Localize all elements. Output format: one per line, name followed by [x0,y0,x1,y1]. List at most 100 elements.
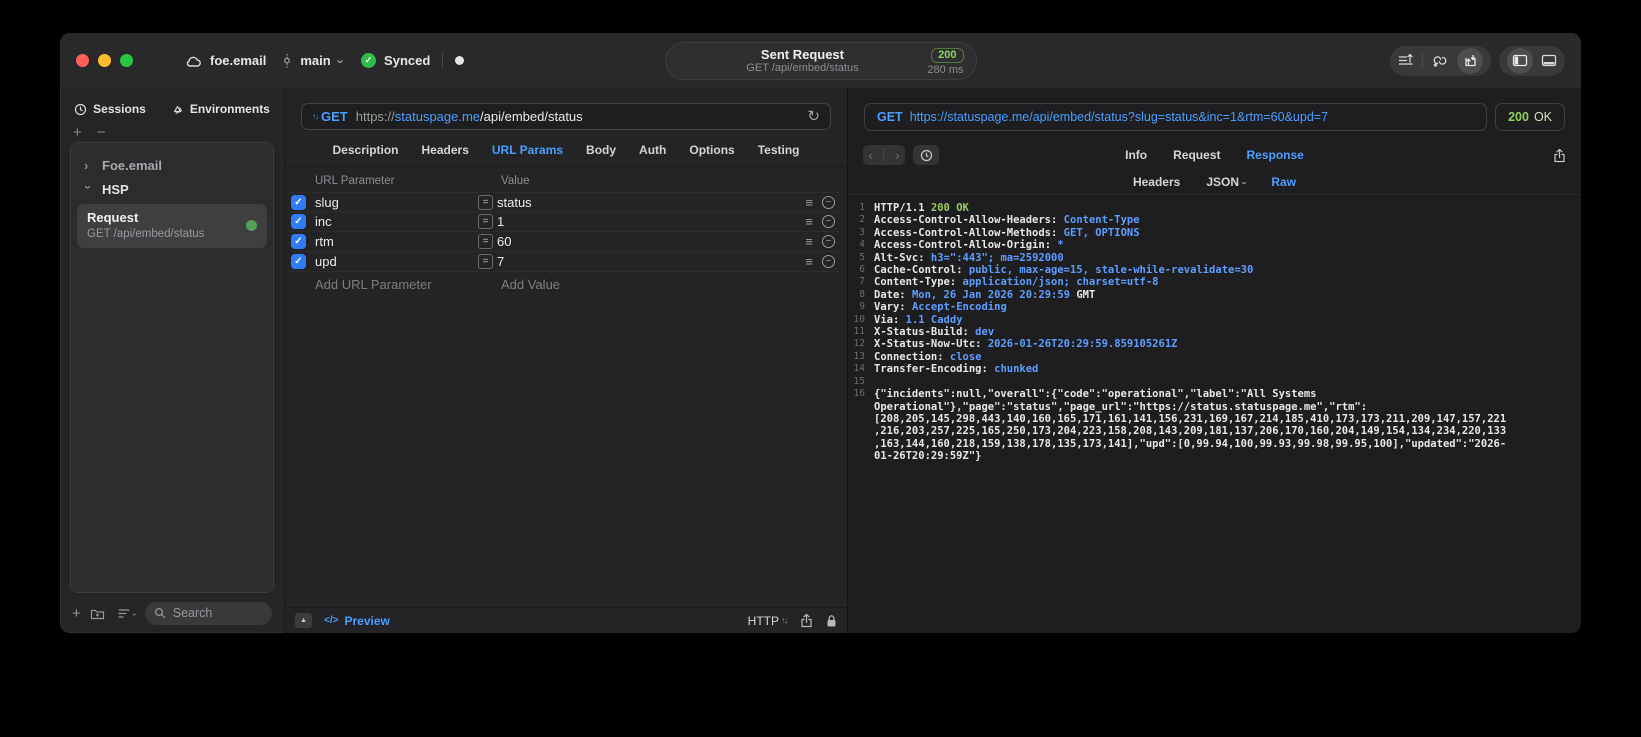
request-editor-tabs: Description Headers URL Params Body Auth Opti… [285,143,847,157]
add-param-row[interactable]: Add URL Parameter Add Value [291,272,839,296]
param-enabled-checkbox[interactable]: ✓ [291,254,306,269]
new-folder-icon[interactable] [90,607,105,620]
tree-item-foe-email[interactable]: › Foe.email [77,153,267,177]
response-line: 8 Date: Mon, 26 Jan 2026 20:29:59 GMT [848,289,1581,301]
line-number: 12 [853,338,865,350]
remove-row-icon[interactable]: − [822,195,835,209]
request-list-item-selected[interactable]: Request GET /api/embed/status [77,204,267,248]
tab-sessions[interactable]: Sessions [74,102,146,116]
chevron-down-icon: › [1238,180,1250,185]
forward-button[interactable]: › [895,148,899,163]
row-options-icon[interactable]: ≡ [805,196,813,209]
traffic-lights [76,54,133,67]
param-enabled-checkbox[interactable]: ✓ [291,214,306,229]
chevron-down-icon: › [81,184,96,189]
expand-panel-button[interactable]: ▲ [295,613,312,628]
zoom-window-button[interactable] [120,54,133,67]
tab-body[interactable]: Body [586,143,616,157]
subtab-raw[interactable]: Raw [1271,175,1296,189]
request-url-bar[interactable]: ↑↓ GET https://statuspage.me/api/embed/s… [301,103,831,130]
param-name[interactable]: inc [315,214,478,229]
param-enabled-checkbox[interactable]: ✓ [291,194,306,210]
request-url[interactable]: https://statuspage.me/api/embed/status [356,109,583,124]
line-content: X-Status-Build: dev [874,326,995,339]
loop-sync-icon[interactable] [1431,54,1449,68]
sort-list-icon[interactable] [1398,53,1414,68]
remove-session-button[interactable]: − [97,124,106,141]
tab-info[interactable]: Info [1125,148,1147,162]
sidebar-search[interactable] [144,601,272,625]
request-summary-pill[interactable]: Sent Request GET /api/embed/status 200 2… [664,42,977,80]
tab-request[interactable]: Request [1173,148,1220,162]
resend-request-icon[interactable]: ↻ [807,109,820,124]
export-response-icon[interactable] [1553,148,1566,163]
add-request-button[interactable]: + [72,605,81,622]
project-name[interactable]: foe.email [210,53,266,68]
chevron-down-icon[interactable]: › [333,59,348,63]
subtab-headers[interactable]: Headers [1133,175,1180,189]
tab-testing[interactable]: Testing [758,143,800,157]
param-enabled-checkbox[interactable]: ✓ [291,234,306,249]
sent-request-method: GET [877,110,903,124]
preview-button[interactable]: </> Preview [324,614,390,628]
sort-options-icon[interactable]: › [118,608,140,619]
method-selector-icon[interactable]: ↑↓ [312,112,319,121]
subtab-json[interactable]: JSON › [1206,175,1249,189]
line-content: Content-Type: application/json; charset=… [874,276,1159,289]
back-button[interactable]: ‹ [868,148,872,163]
toggle-left-panel-button[interactable] [1507,47,1533,74]
add-param-value-placeholder[interactable]: Add Value [501,277,560,292]
param-value[interactable]: 60 [497,234,805,249]
tree-item-hsp[interactable]: › HSP [77,177,267,201]
history-button[interactable] [913,145,939,165]
tab-description[interactable]: Description [333,143,399,157]
close-window-button[interactable] [76,54,89,67]
param-value[interactable]: status [497,195,805,210]
response-body[interactable]: 1 HTTP/1.1 200 OK 2 Access-Control-Allow-He… [848,195,1581,633]
param-value[interactable]: 1 [497,214,805,229]
cloud-icon [185,54,202,68]
row-options-icon[interactable]: ≡ [805,255,813,268]
tab-url-params[interactable]: URL Params [492,143,563,157]
response-status-box: 200 OK [1495,103,1565,131]
param-value[interactable]: 7 [497,254,805,269]
line-number: 8 [859,288,865,300]
request-summary-status: 200 280 ms [927,45,964,77]
row-options-icon[interactable]: ≡ [805,235,813,248]
url-path: /api/embed/status [480,109,583,124]
remove-row-icon[interactable]: − [822,215,835,228]
branch-icon [282,53,292,69]
toggle-bottom-panel-button[interactable] [1541,54,1557,67]
request-method[interactable]: GET [321,109,348,124]
response-nav: ‹ › Info Request Response [848,144,1581,166]
param-row-actions: ≡ − [805,195,835,209]
line-number: 5 [859,251,865,263]
minimize-window-button[interactable] [98,54,111,67]
protocol-selector[interactable]: HTTP ↑↓ [748,614,788,628]
tab-response[interactable]: Response [1246,148,1303,162]
param-name[interactable]: upd [315,254,478,269]
tab-environments-label: Environments [189,102,270,116]
sent-request-url-box[interactable]: GET https://statuspage.me/api/embed/stat… [864,103,1488,131]
param-name[interactable]: slug [315,195,478,210]
line-content: Alt-Svc: h3=":443"; ma=2592000 [874,251,1064,264]
toolbar-divider [1422,52,1423,69]
add-param-name-placeholder[interactable]: Add URL Parameter [315,277,501,292]
tree-items: › Foe.email › HSP [77,153,267,201]
add-session-button[interactable]: + [73,124,82,141]
line-content: {"incidents":null,"overall":{"code":"ope… [874,388,1507,463]
branch-name[interactable]: main [300,53,330,68]
response-line: 1 HTTP/1.1 200 OK [848,202,1581,214]
search-input[interactable] [170,605,263,621]
remove-row-icon[interactable]: − [822,255,835,268]
tab-auth[interactable]: Auth [639,143,666,157]
tab-environments[interactable]: Environments [170,102,270,116]
param-name[interactable]: rtm [315,234,478,249]
lock-icon[interactable] [826,614,837,628]
import-export-button[interactable] [1457,47,1483,74]
remove-row-icon[interactable]: − [822,235,835,248]
row-options-icon[interactable]: ≡ [805,215,813,228]
tab-options[interactable]: Options [689,143,734,157]
tab-headers[interactable]: Headers [422,143,469,157]
share-icon[interactable] [800,613,813,628]
